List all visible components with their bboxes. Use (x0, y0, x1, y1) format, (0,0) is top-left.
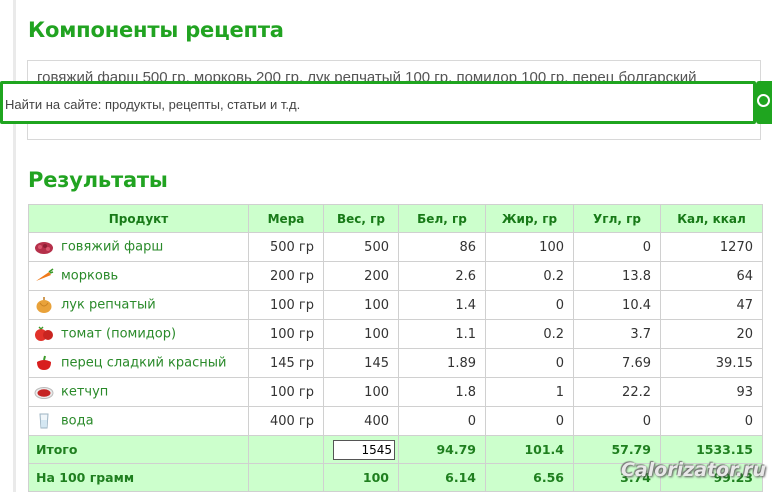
weight-cell: 500 (323, 232, 399, 262)
table-row: кетчуп 100 гр 100 1.8 1 22.2 93 (28, 377, 763, 407)
kcal-cell: 93 (660, 377, 763, 407)
header-carbs[interactable]: Угл, гр (573, 204, 661, 233)
protein-cell: 1.8 (398, 377, 486, 407)
weight-cell: 100 (323, 319, 399, 349)
carbs-cell: 0 (573, 232, 661, 262)
kcal-cell: 39.15 (660, 348, 763, 378)
product-link[interactable]: говяжий фарш (61, 240, 163, 255)
measure-cell: 100 гр (248, 377, 324, 407)
total-weight-cell (323, 435, 399, 464)
carbs-cell: 10.4 (573, 290, 661, 320)
table-row: перец сладкий красный 145 гр 145 1.89 0 … (28, 348, 763, 378)
weight-cell: 145 (323, 348, 399, 378)
results-heading: Результаты (28, 168, 168, 192)
ketchup-icon (34, 387, 54, 399)
header-measure[interactable]: Мера (248, 204, 324, 233)
carbs-cell: 13.8 (573, 261, 661, 291)
fat-cell: 0 (485, 290, 574, 320)
red-pepper-icon (37, 355, 51, 370)
fat-cell: 0 (485, 406, 574, 436)
protein-cell: 2.6 (398, 261, 486, 291)
table-row: морковь 200 гр 200 2.6 0.2 13.8 64 (28, 261, 763, 291)
protein-cell: 0 (398, 406, 486, 436)
kcal-cell: 1270 (660, 232, 763, 262)
carbs-cell: 7.69 (573, 348, 661, 378)
measure-cell: 100 гр (248, 290, 324, 320)
results-table: Продукт Мера Вес, гр Бел, гр Жир, гр Угл… (28, 204, 763, 492)
fat-cell: 0 (485, 348, 574, 378)
table-row: говяжий фарш 500 гр 500 86 100 0 1270 (28, 232, 763, 262)
total-fat-cell: 101.4 (485, 435, 574, 464)
measure-cell: 145 гр (248, 348, 324, 378)
product-link[interactable]: кетчуп (61, 385, 108, 400)
onion-icon (36, 297, 52, 313)
left-divider (13, 0, 16, 492)
header-protein[interactable]: Бел, гр (398, 204, 486, 233)
water-glass-icon (39, 413, 49, 429)
search-bar (0, 81, 756, 124)
protein-cell: 86 (398, 232, 486, 262)
header-kcal[interactable]: Кал, ккал (660, 204, 763, 233)
tomato-icon (35, 326, 53, 341)
table-header-row: Продукт Мера Вес, гр Бел, гр Жир, гр Угл… (28, 204, 763, 233)
fat-cell: 1 (485, 377, 574, 407)
carbs-cell: 22.2 (573, 377, 661, 407)
total-protein-cell: 94.79 (398, 435, 486, 464)
product-link[interactable]: морковь (61, 269, 118, 284)
measure-cell: 100 гр (248, 319, 324, 349)
per100-weight-cell: 100 (323, 463, 399, 492)
search-input[interactable] (5, 94, 725, 114)
weight-cell: 100 (323, 290, 399, 320)
per100-measure-cell (248, 463, 324, 492)
measure-cell: 400 гр (248, 406, 324, 436)
measure-cell: 500 гр (248, 232, 324, 262)
carbs-cell: 0 (573, 406, 661, 436)
table-row: томат (помидор) 100 гр 100 1.1 0.2 3.7 2… (28, 319, 763, 349)
per100-fat-cell: 6.56 (485, 463, 574, 492)
table-row: лук репчатый 100 гр 100 1.4 0 10.4 47 (28, 290, 763, 320)
components-heading: Компоненты рецепта (28, 18, 284, 42)
carrot-icon (36, 268, 54, 281)
weight-cell: 400 (323, 406, 399, 436)
total-measure-cell (248, 435, 324, 464)
protein-cell: 1.4 (398, 290, 486, 320)
total-weight-input[interactable] (333, 439, 395, 460)
product-link[interactable]: вода (61, 414, 94, 429)
protein-cell: 1.1 (398, 319, 486, 349)
header-fat[interactable]: Жир, гр (485, 204, 574, 233)
carbs-cell: 3.7 (573, 319, 661, 349)
site-watermark: Calorizator.ru (620, 459, 766, 481)
kcal-cell: 20 (660, 319, 763, 349)
per100-protein-cell: 6.14 (398, 463, 486, 492)
header-product[interactable]: Продукт (28, 204, 249, 233)
per100-label: На 100 грамм (28, 463, 249, 492)
kcal-cell: 64 (660, 261, 763, 291)
fat-cell: 0.2 (485, 319, 574, 349)
minced-beef-icon (35, 242, 53, 254)
kcal-cell: 47 (660, 290, 763, 320)
table-row: вода 400 гр 400 0 0 0 0 (28, 406, 763, 436)
fat-cell: 100 (485, 232, 574, 262)
product-link[interactable]: томат (помидор) (61, 327, 176, 342)
weight-cell: 200 (323, 261, 399, 291)
search-icon (757, 94, 770, 107)
search-button[interactable] (756, 81, 772, 124)
product-link[interactable]: перец сладкий красный (61, 356, 226, 371)
weight-cell: 100 (323, 377, 399, 407)
measure-cell: 200 гр (248, 261, 324, 291)
fat-cell: 0.2 (485, 261, 574, 291)
total-label: Итого (28, 435, 249, 464)
product-link[interactable]: лук репчатый (61, 298, 156, 313)
header-weight[interactable]: Вес, гр (323, 204, 399, 233)
protein-cell: 1.89 (398, 348, 486, 378)
kcal-cell: 0 (660, 406, 763, 436)
